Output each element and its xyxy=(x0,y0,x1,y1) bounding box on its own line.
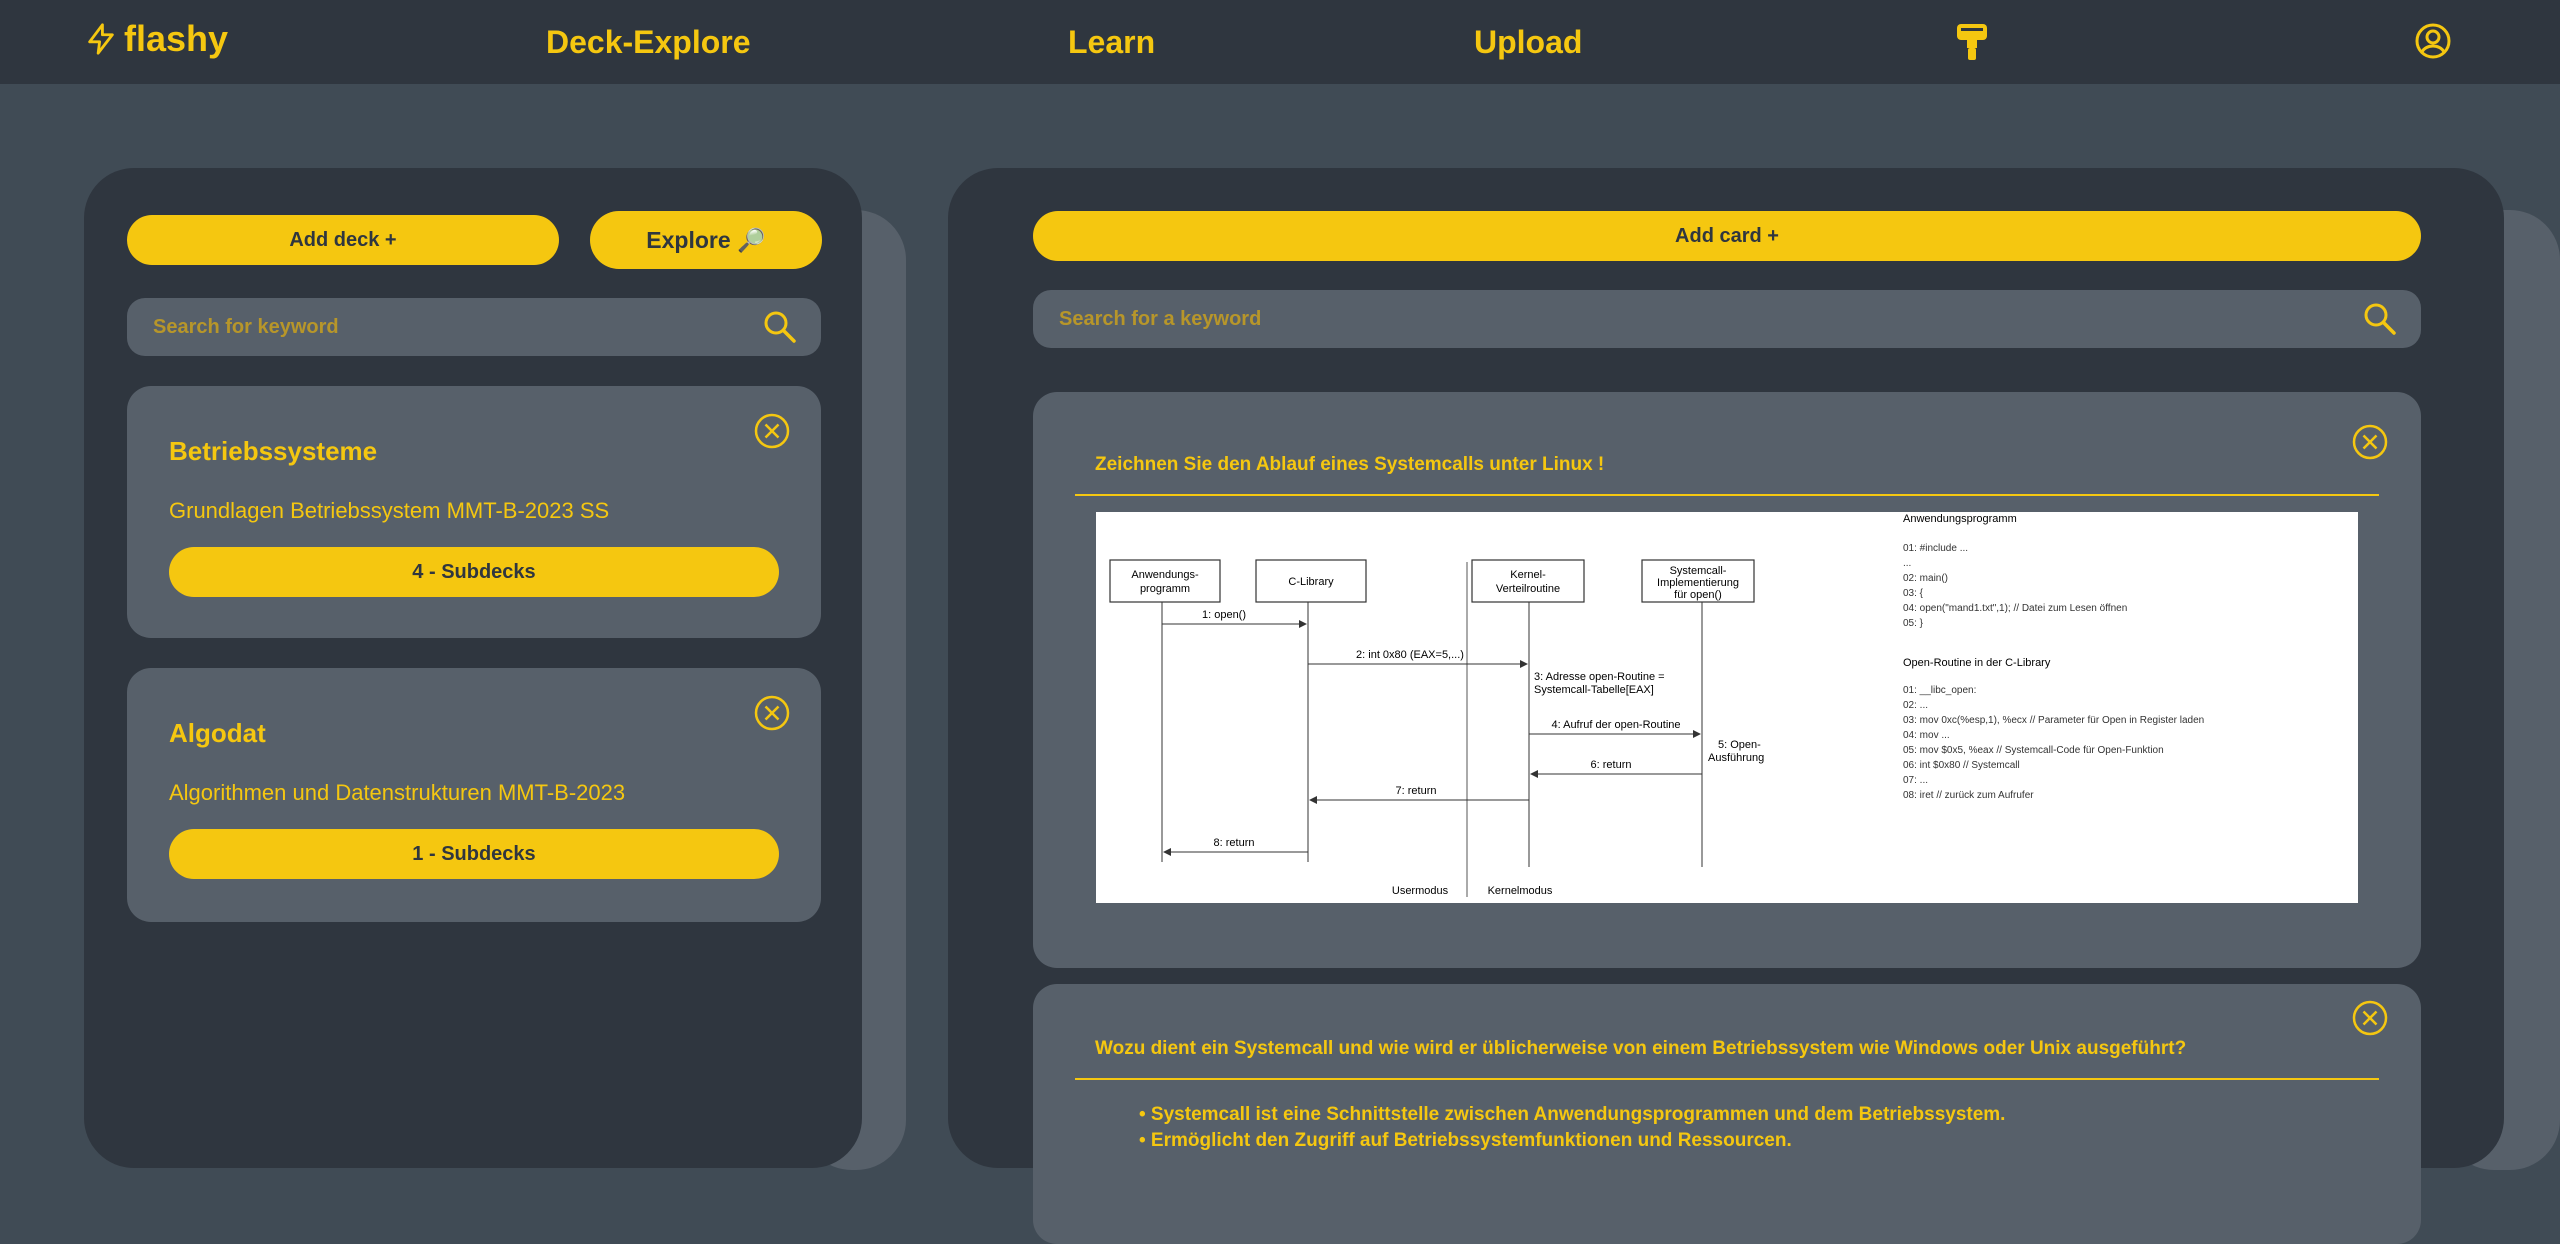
diagram-label: Systemcall-Tabelle[EAX] xyxy=(1534,684,1654,696)
user-profile-icon[interactable] xyxy=(2414,22,2452,65)
flashcard[interactable]: Zeichnen Sie den Ablauf eines Systemcall… xyxy=(1033,392,2421,968)
flash-icon xyxy=(88,23,114,55)
diagram-label: für open() xyxy=(1674,589,1722,601)
code-line: 04: open("mand1.txt",1); // Datei zum Le… xyxy=(1903,603,2127,614)
deck-description: Algorithmen und Datenstrukturen MMT-B-20… xyxy=(169,780,626,805)
subdecks-button[interactable]: 1 - Subdecks xyxy=(169,829,779,879)
deck-search-bar xyxy=(127,298,821,356)
deck-title: Betriebssysteme xyxy=(169,436,378,466)
diagram-label: 2: int 0x80 (EAX=5,...) xyxy=(1356,649,1464,661)
diagram-label: Kernel- xyxy=(1510,569,1546,581)
nav-upload[interactable]: Upload xyxy=(1474,24,1582,61)
deck-description: Grundlagen Betriebssystem MMT-B-2023 SS xyxy=(169,498,610,523)
diagram-label: Open-Routine in der C-Library xyxy=(1903,657,2051,669)
add-card-button[interactable]: Add card + xyxy=(1033,211,2421,261)
diagram-label: 8: return xyxy=(1214,837,1255,849)
systemcall-diagram-image: Anwendungs- programm C-Library Kernel- V… xyxy=(1096,512,2358,903)
card-search-bar xyxy=(1033,290,2421,348)
top-navbar: flashy Deck-Explore Learn Upload xyxy=(0,0,2560,84)
card-search-input[interactable] xyxy=(1057,306,2172,332)
diagram-label: programm xyxy=(1140,583,1190,595)
code-line: 01: #include ... xyxy=(1903,543,1968,554)
diagram-label: Anwendungs- xyxy=(1131,569,1199,581)
explore-button[interactable]: Explore 🔎 xyxy=(590,211,822,269)
code-line: 05: mov $0x5, %eax // Systemcall-Code fü… xyxy=(1903,745,2164,756)
subdecks-button[interactable]: 4 - Subdecks xyxy=(169,547,779,597)
diagram-label: Verteilroutine xyxy=(1496,583,1560,595)
close-icon[interactable] xyxy=(2352,424,2388,460)
diagram-label: Ausführung xyxy=(1708,752,1764,764)
diagram-label: 7: return xyxy=(1396,785,1437,797)
card-question: Zeichnen Sie den Ablauf eines Systemcall… xyxy=(1095,454,1605,475)
diagram-label: Usermodus xyxy=(1392,885,1449,897)
diagram-label: Systemcall- xyxy=(1670,565,1727,577)
nav-learn[interactable]: Learn xyxy=(1068,24,1155,61)
close-icon[interactable] xyxy=(754,413,790,449)
deck-title: Algodat xyxy=(169,718,266,748)
paint-roller-icon[interactable] xyxy=(1955,22,1989,67)
code-line: 05: } xyxy=(1903,618,1924,629)
deck-search-input[interactable] xyxy=(151,314,711,340)
card-question: Wozu dient ein Systemcall und wie wird e… xyxy=(1095,1038,2187,1059)
code-line: 02: ... xyxy=(1903,700,1928,711)
divider xyxy=(1075,494,2379,496)
diagram-label: 5: Open- xyxy=(1718,739,1761,751)
code-line: 08: iret // zurück zum Aufrufer xyxy=(1903,790,2034,801)
divider xyxy=(1075,1078,2379,1080)
card-answer: • Systemcall ist eine Schnittstelle zwis… xyxy=(1139,1102,2005,1154)
card-panel: Add card + Zeichnen Sie den Ablauf eines… xyxy=(948,168,2504,1244)
code-line: ... xyxy=(1903,558,1911,569)
code-line: 03: { xyxy=(1903,588,1924,599)
close-icon[interactable] xyxy=(754,695,790,731)
code-line: 04: mov ... xyxy=(1903,730,1950,741)
logo[interactable]: flashy xyxy=(84,18,228,60)
close-icon[interactable] xyxy=(2352,1000,2388,1036)
nav-deck-explore[interactable]: Deck-Explore xyxy=(546,24,751,61)
diagram-label: 3: Adresse open-Routine = xyxy=(1534,671,1665,683)
deck-panel: Add deck + Explore 🔎 Betriebssysteme Gru… xyxy=(84,168,862,1168)
code-line: 01: __libc_open: xyxy=(1903,685,1976,696)
answer-bullet: • Ermöglicht den Zugriff auf Betriebssys… xyxy=(1139,1130,1792,1151)
diagram-label: 1: open() xyxy=(1202,609,1246,621)
diagram-label: 4: Aufruf der open-Routine xyxy=(1551,719,1680,731)
diagram-label: C-Library xyxy=(1288,576,1334,588)
logo-text: flashy xyxy=(124,18,229,59)
flashcard[interactable]: Wozu dient ein Systemcall und wie wird e… xyxy=(1033,984,2421,1244)
diagram-label: Anwendungsprogramm xyxy=(1903,513,2017,525)
diagram-label: 6: return xyxy=(1591,759,1632,771)
code-line: 02: main() xyxy=(1903,573,1948,584)
diagram-label: Implementierung xyxy=(1657,577,1739,589)
diagram-label: Kernelmodus xyxy=(1488,885,1553,897)
deck-card[interactable]: Betriebssysteme Grundlagen Betriebssyste… xyxy=(127,386,821,638)
add-deck-button[interactable]: Add deck + xyxy=(127,215,559,265)
code-line: 03: mov 0xc(%esp,1), %ecx // Parameter f… xyxy=(1903,715,2204,726)
code-line: 06: int $0x80 // Systemcall xyxy=(1903,760,2020,771)
search-icon[interactable] xyxy=(763,310,797,344)
deck-card[interactable]: Algodat Algorithmen und Datenstrukturen … xyxy=(127,668,821,922)
code-line: 07: ... xyxy=(1903,775,1928,786)
answer-bullet: • Systemcall ist eine Schnittstelle zwis… xyxy=(1139,1104,2006,1125)
search-icon[interactable] xyxy=(2363,302,2397,336)
